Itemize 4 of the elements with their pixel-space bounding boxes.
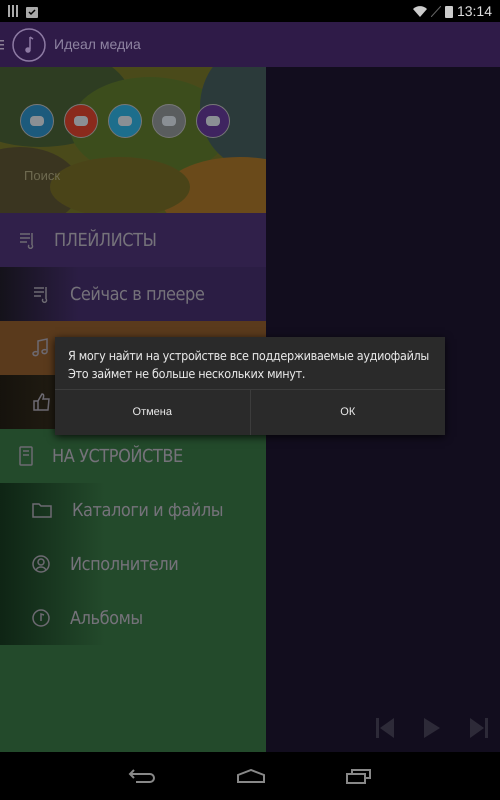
dialog-message: Это займет не больше нескольких минут. (68, 365, 306, 383)
clock: 13:14 (456, 2, 492, 20)
dialog-message: Я могу найти на устройстве все поддерживаемые аудиофайлы (68, 347, 430, 365)
app-title: Идеал медиа (54, 35, 141, 54)
